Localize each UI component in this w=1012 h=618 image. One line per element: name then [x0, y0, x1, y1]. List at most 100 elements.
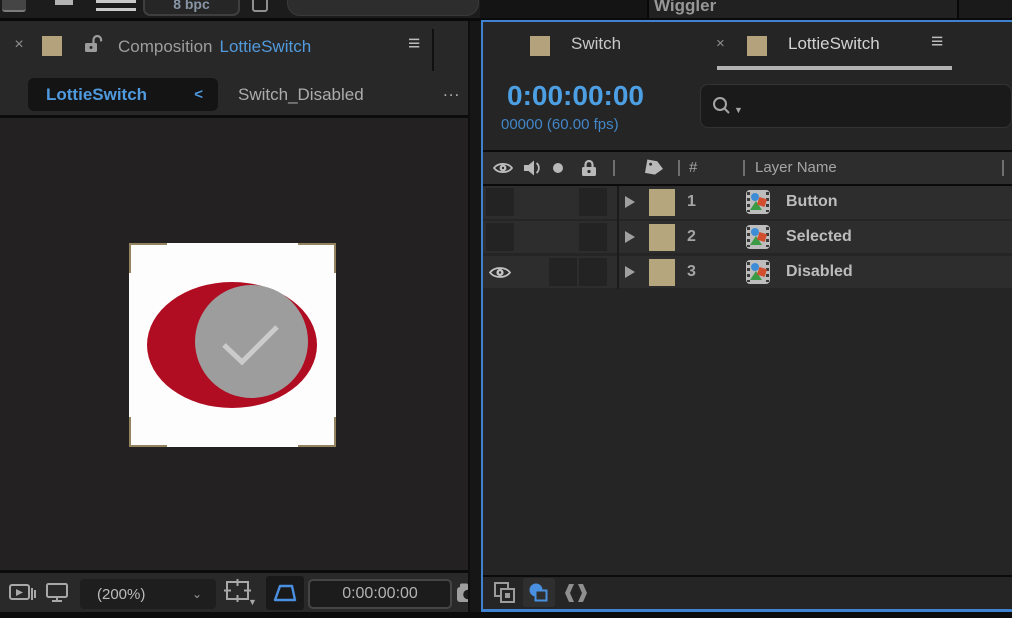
panel-title-value: LottieSwitch: [219, 37, 312, 56]
lock-toggle[interactable]: [579, 223, 607, 251]
checkmark-shape: [222, 325, 279, 366]
panel-splitter[interactable]: [470, 21, 481, 612]
panel-title: Composition LottieSwitch: [118, 35, 311, 59]
expand-layer-icon[interactable]: [625, 196, 635, 208]
layer-number: 3: [687, 263, 696, 280]
wiggler-tab-label: Wiggler: [654, 0, 717, 15]
lock-column-icon[interactable]: [580, 158, 598, 178]
composition-panel: × Composition LottieSwitch ≡ LottieSwitch…: [0, 21, 470, 612]
snapshot-camera-icon[interactable]: [456, 582, 468, 609]
composition-viewer[interactable]: [0, 118, 468, 570]
expand-layer-icon[interactable]: [625, 266, 635, 278]
precomp-icon: [746, 190, 770, 214]
selection-handle[interactable]: [298, 243, 336, 245]
solo-toggle[interactable]: [549, 258, 577, 286]
transfer-controls-pane-toggle[interactable]: [523, 578, 555, 607]
current-time-field[interactable]: 0:00:00:00: [308, 579, 452, 609]
layer-name[interactable]: Selected: [786, 221, 852, 253]
timeline-panel: Switch × LottieSwitch ≡ 0:00:00:00 00000…: [481, 20, 1012, 612]
close-panel-icon[interactable]: ×: [10, 34, 28, 56]
window-bottom-edge: [0, 612, 1012, 618]
composition-canvas[interactable]: [129, 243, 336, 447]
label-column-tag-icon[interactable]: [643, 157, 667, 179]
tab-color-swatch: [530, 36, 550, 56]
active-tab-underline: [717, 66, 952, 70]
magnification-value: (200%): [97, 585, 146, 603]
transfer-controls-icon: [529, 583, 548, 601]
selection-handle[interactable]: [129, 243, 167, 245]
audio-column-speaker-icon[interactable]: [523, 159, 543, 177]
video-toggle[interactable]: [486, 188, 514, 216]
cropped-icon: [96, 0, 136, 11]
close-tab-icon[interactable]: ×: [716, 30, 725, 58]
caret-down-icon: ▼: [248, 597, 257, 607]
selection-handle[interactable]: [129, 445, 167, 447]
caret-down-icon: ▼: [734, 105, 743, 115]
tab-switch-disabled[interactable]: Switch_Disabled: [238, 78, 364, 111]
in-out-duration-pane-icon[interactable]: [563, 581, 589, 605]
video-toggle[interactable]: [486, 223, 514, 251]
cropped-icon: [2, 0, 26, 12]
bpc-button[interactable]: 8 bpc: [143, 0, 240, 16]
timeline-footer: [483, 577, 1012, 609]
tab-switch[interactable]: Switch: [571, 30, 621, 58]
panel-menu-icon[interactable]: ≡: [408, 30, 420, 58]
chevron-left-icon[interactable]: <: [194, 86, 203, 103]
layer-row-disabled[interactable]: 3 Disabled: [483, 256, 1012, 288]
lock-toggle[interactable]: [579, 188, 607, 216]
column-separator: [613, 160, 615, 176]
precomp-icon: [746, 260, 770, 284]
frame-info: 00000 (60.00 fps): [501, 116, 619, 133]
primary-viewer-icon[interactable]: [44, 581, 72, 610]
column-separator: [678, 160, 680, 176]
video-visible-eye-icon[interactable]: [489, 264, 511, 281]
top-strip: 8 bpc Wiggler: [0, 0, 1012, 21]
search-icon: [713, 97, 730, 114]
layer-columns-header: # Layer Name: [483, 152, 1012, 184]
layer-name[interactable]: Button: [786, 186, 838, 218]
lock-toggle[interactable]: [579, 258, 607, 286]
column-separator: [743, 160, 745, 176]
always-preview-icon[interactable]: [8, 581, 38, 610]
layer-name[interactable]: Disabled: [786, 256, 853, 288]
tab-label: LottieSwitch: [46, 84, 148, 104]
viewer-toolbar: (200%) ⌄ ▼ 0:00:00:00: [0, 570, 468, 612]
magnification-dropdown[interactable]: (200%) ⌄: [80, 579, 216, 609]
selection-handle[interactable]: [334, 243, 336, 273]
current-timecode[interactable]: 0:00:00:00: [507, 80, 644, 112]
unlock-icon[interactable]: [84, 34, 104, 59]
after-effects-window: 8 bpc Wiggler × Composition LottieSwitch …: [0, 0, 1012, 618]
layer-row-button[interactable]: 1 Button: [483, 186, 1012, 219]
wiggler-panel-tab[interactable]: Wiggler: [649, 0, 957, 18]
layer-label-swatch[interactable]: [649, 224, 675, 251]
panel-fragment: [957, 0, 1012, 18]
layer-number: 1: [687, 193, 696, 210]
mask-path-visibility-toggle[interactable]: [266, 576, 304, 610]
layer-search-input[interactable]: ▼: [700, 84, 1012, 128]
selection-handle[interactable]: [129, 417, 131, 447]
selection-handle[interactable]: [298, 445, 336, 447]
column-divider: [617, 186, 619, 289]
cropped-icon: [252, 0, 268, 12]
selection-handle[interactable]: [334, 417, 336, 447]
layer-label-swatch[interactable]: [649, 189, 675, 216]
precomp-icon: [746, 225, 770, 249]
selection-handle[interactable]: [129, 243, 131, 273]
cropped-search-field[interactable]: [287, 0, 479, 16]
divider: [432, 29, 434, 71]
layer-name-column-header[interactable]: Layer Name: [755, 152, 837, 184]
tab-color-swatch: [747, 36, 767, 56]
tab-overflow-icon[interactable]: ...: [443, 74, 460, 107]
layer-switches-pane-icon[interactable]: [493, 581, 519, 605]
number-column-header[interactable]: #: [689, 152, 697, 184]
solo-column-icon[interactable]: [553, 163, 563, 173]
chevron-down-icon: ⌄: [191, 587, 202, 601]
layer-label-swatch[interactable]: [649, 259, 675, 286]
tab-lottieswitch[interactable]: LottieSwitch: [788, 30, 880, 58]
video-column-eye-icon[interactable]: [493, 160, 513, 176]
tab-lottieswitch[interactable]: LottieSwitch <: [28, 78, 218, 111]
layer-row-selected[interactable]: 2 Selected: [483, 221, 1012, 253]
panel-menu-icon[interactable]: ≡: [931, 28, 943, 56]
panel-title-label: Composition: [118, 37, 213, 56]
expand-layer-icon[interactable]: [625, 231, 635, 243]
